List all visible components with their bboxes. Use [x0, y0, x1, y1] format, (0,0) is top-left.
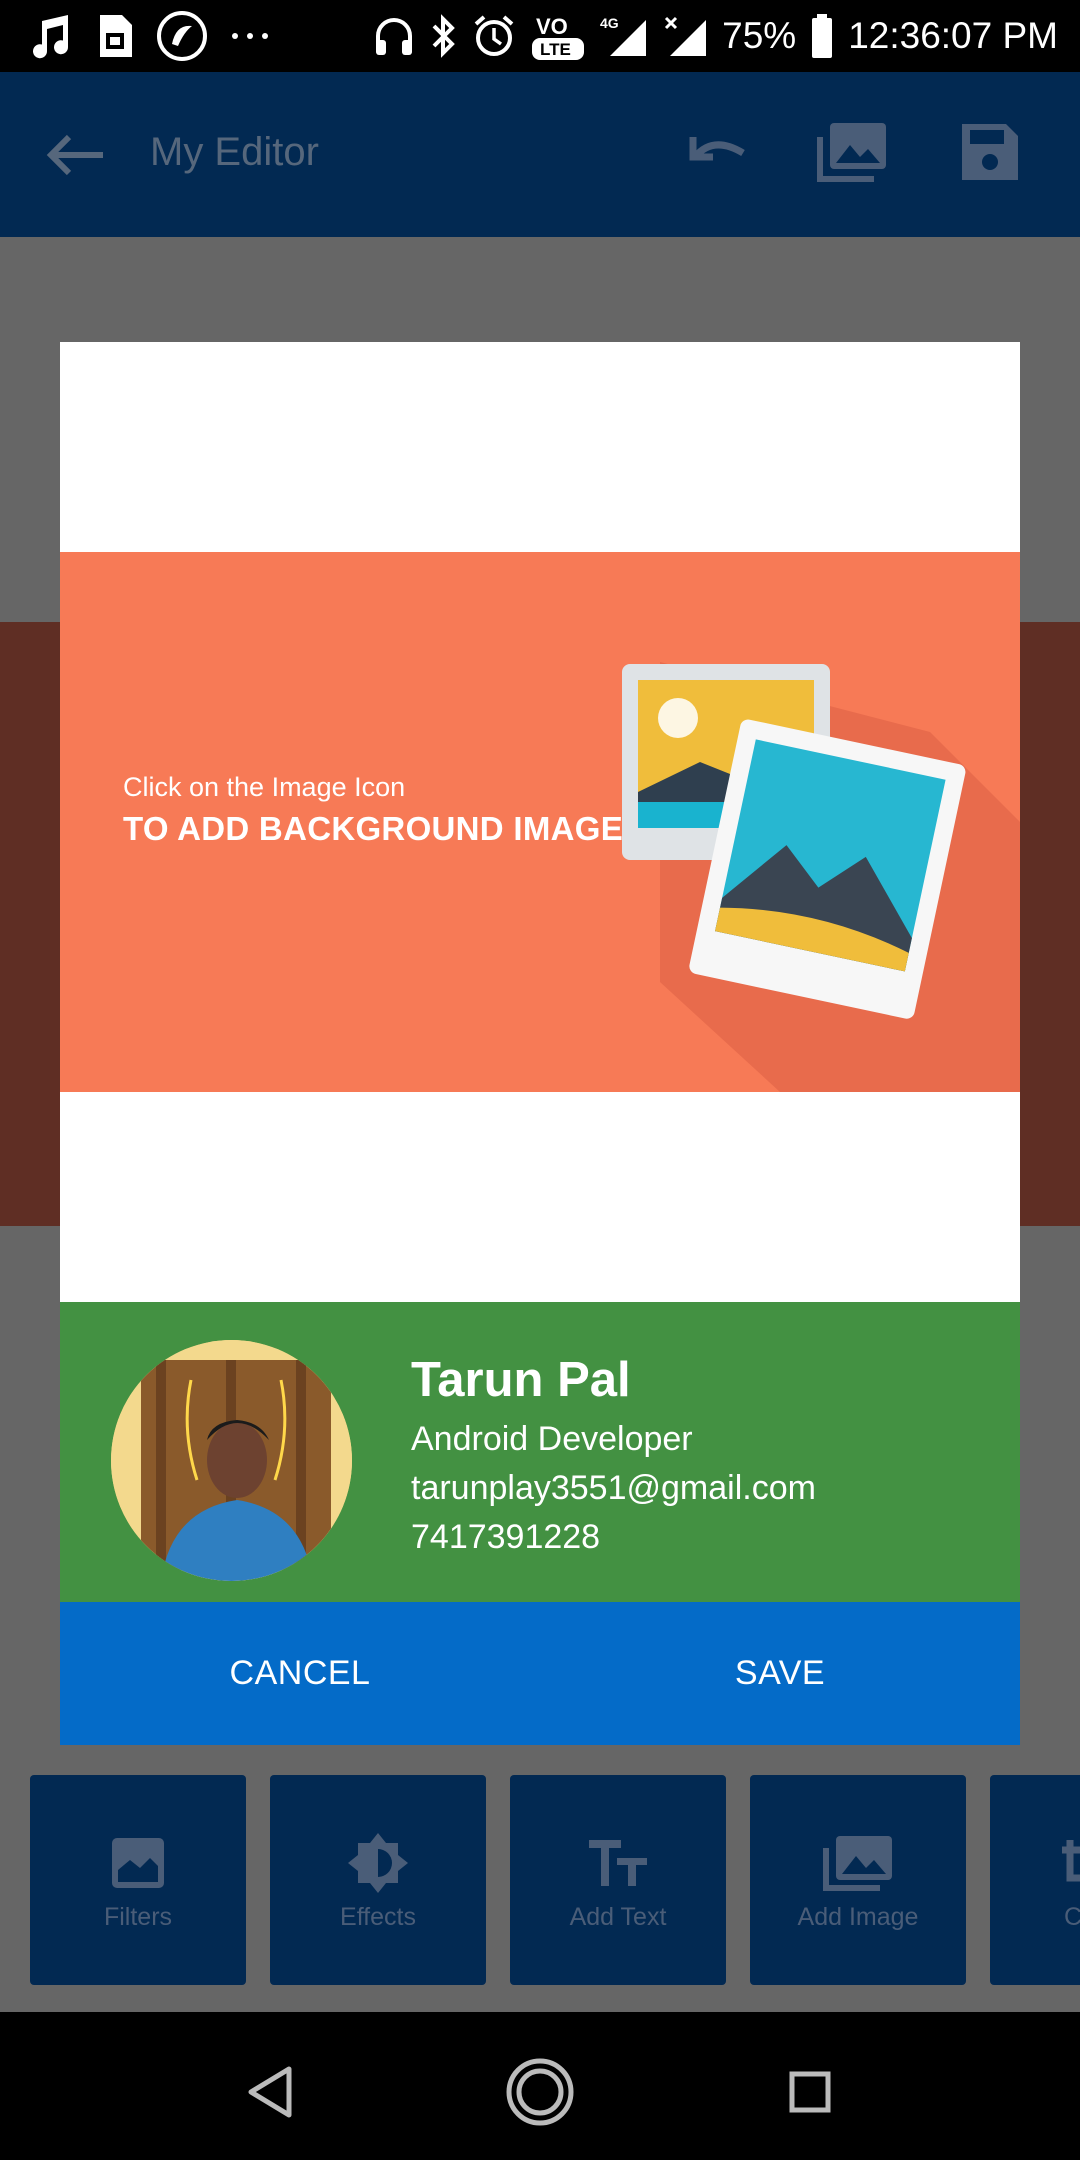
add-text-icon: [510, 1833, 726, 1893]
alarm-icon: [472, 14, 516, 58]
square-recents-icon: [788, 2070, 832, 2114]
toolbar-crop-button[interactable]: C: [990, 1775, 1080, 1985]
profile-card: Tarun Pal Android Developer tarunplay355…: [60, 1302, 1020, 1602]
battery-icon: [810, 13, 834, 59]
status-bar: VO LTE 4G 75% 12:36:07 PM: [0, 0, 1080, 72]
toolbar-add-image-button[interactable]: Add Image: [750, 1775, 966, 1985]
volte-icon: VO LTE: [530, 10, 586, 62]
system-nav-bar: [0, 2016, 1080, 2160]
undo-button[interactable]: [674, 112, 754, 192]
toolbar-label: Add Text: [569, 1903, 667, 1931]
headphones-icon: [372, 14, 416, 58]
toolbar-label: Effects: [340, 1903, 416, 1931]
editor-toolbar: Filters Effects Add Text Add Image C: [0, 1775, 1080, 1987]
arrow-back-icon: [45, 133, 105, 177]
toolbar-label: C: [1064, 1903, 1080, 1931]
filters-icon: [30, 1833, 246, 1893]
battery-percent: 75%: [722, 15, 797, 56]
toolbar-label: Filters: [103, 1903, 173, 1931]
nav-back-button[interactable]: [230, 2052, 310, 2132]
svg-text:4G: 4G: [600, 15, 619, 31]
toolbar-label: Add Image: [797, 1903, 919, 1931]
app-title: My Editor: [150, 130, 319, 174]
profile-name: Tarun Pal: [411, 1353, 631, 1407]
clock: 12:36:07 PM: [848, 15, 1058, 56]
preview-dialog: Click on the Image Icon TO ADD BACKGROUN…: [60, 342, 1020, 1745]
signal-4g-icon: 4G: [600, 14, 648, 58]
profile-role: Android Developer: [411, 1420, 693, 1458]
svg-text:VO: VO: [536, 14, 568, 39]
banner-hint-text: Click on the Image Icon: [123, 772, 406, 802]
gallery-button[interactable]: [812, 112, 892, 192]
cancel-button[interactable]: CANCEL: [60, 1602, 540, 1745]
bluetooth-icon: [430, 14, 458, 58]
signal-no-data-icon: [662, 14, 708, 58]
nav-home-button[interactable]: [500, 2052, 580, 2132]
app-bar: My Editor: [0, 72, 1080, 237]
carrier-logo-icon: [156, 10, 208, 62]
profile-email: tarunplay3551@gmail.com: [411, 1469, 816, 1507]
photos-illustration-icon: [622, 662, 1020, 1092]
crop-icon: [990, 1833, 1080, 1893]
toolbar-effects-button[interactable]: Effects: [270, 1775, 486, 1985]
background-placeholder-banner[interactable]: Click on the Image Icon TO ADD BACKGROUN…: [60, 552, 1020, 1092]
nav-recents-button[interactable]: [770, 2052, 850, 2132]
banner-title-text: TO ADD BACKGROUND IMAGE: [123, 810, 624, 847]
more-notifications-icon: [230, 30, 270, 42]
dialog-actions: CANCEL SAVE: [60, 1602, 1020, 1745]
circle-home-icon: [505, 2057, 575, 2127]
save-file-button[interactable]: [950, 112, 1030, 192]
sim-card-icon: [94, 13, 134, 59]
avatar: [111, 1340, 352, 1581]
effects-icon: [270, 1833, 486, 1893]
back-button[interactable]: [40, 120, 110, 190]
music-note-icon: [28, 13, 72, 59]
svg-text:LTE: LTE: [540, 40, 571, 59]
toolbar-filters-button[interactable]: Filters: [30, 1775, 246, 1985]
toolbar-add-text-button[interactable]: Add Text: [510, 1775, 726, 1985]
save-button[interactable]: SAVE: [540, 1602, 1020, 1745]
triangle-back-icon: [245, 2065, 295, 2119]
add-image-icon: [750, 1833, 966, 1893]
profile-phone: 7417391228: [411, 1518, 601, 1556]
